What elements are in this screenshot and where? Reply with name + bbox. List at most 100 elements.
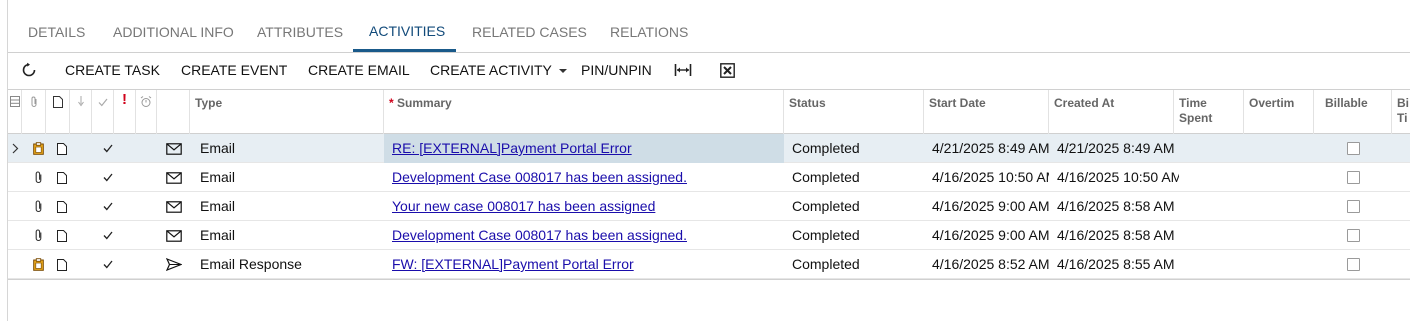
tab-relations[interactable]: RELATIONS <box>610 24 688 40</box>
billable-checkbox[interactable] <box>1346 229 1360 242</box>
important-header[interactable]: ! <box>114 90 136 134</box>
billable-time-header[interactable]: Bi Ti <box>1392 90 1410 134</box>
summary-cell[interactable]: Your new case 008017 has been assigned <box>384 192 784 221</box>
pin-unpin-button[interactable]: PIN/UNPIN <box>581 62 652 78</box>
export-excel-icon[interactable] <box>718 61 736 79</box>
checkmark-icon <box>103 260 113 269</box>
billable-header[interactable]: Billable <box>1314 90 1392 134</box>
type-icon-header[interactable] <box>157 90 190 134</box>
summary-link[interactable]: Development Case 008017 has been assigne… <box>392 169 687 185</box>
status-cell[interactable]: Completed <box>784 163 924 192</box>
overtime-cell[interactable] <box>1244 221 1314 250</box>
refresh-icon[interactable] <box>20 61 38 79</box>
billable-cell[interactable] <box>1314 250 1392 279</box>
created-at-cell[interactable]: 4/16/2025 8:58 AM <box>1049 221 1179 250</box>
type-cell[interactable]: Email <box>192 221 384 250</box>
table-row[interactable]: Email Your new case 008017 has been assi… <box>8 192 1410 221</box>
attachment-cell[interactable] <box>26 134 50 163</box>
toolbar: CREATE TASK CREATE EVENT CREATE EMAIL CR… <box>8 53 1410 90</box>
attachment-header[interactable] <box>22 90 46 134</box>
summary-cell[interactable]: FW: [EXTERNAL]Payment Portal Error <box>384 250 784 279</box>
start-date-cell[interactable]: 4/16/2025 8:52 AM <box>924 250 1049 279</box>
table-row[interactable]: Email RE: [EXTERNAL]Payment Portal Error… <box>8 134 1410 163</box>
table-row[interactable]: Email Response FW: [EXTERNAL]Payment Por… <box>8 250 1410 279</box>
tab-activities[interactable]: ACTIVITIES <box>369 23 445 39</box>
type-cell[interactable]: Email Response <box>192 250 384 279</box>
create-task-button[interactable]: CREATE TASK <box>65 62 160 78</box>
created-at-cell[interactable]: 4/16/2025 10:50 AM <box>1049 163 1179 192</box>
row-selector[interactable] <box>8 250 22 279</box>
tab-details[interactable]: DETAILS <box>28 24 85 40</box>
billable-cell[interactable] <box>1314 163 1392 192</box>
type-cell[interactable]: Email <box>192 163 384 192</box>
reminder-header[interactable] <box>136 90 157 134</box>
status-cell[interactable]: Completed <box>784 250 924 279</box>
billable-checkbox[interactable] <box>1346 200 1360 213</box>
time-spent-cell[interactable] <box>1179 134 1244 163</box>
summary-link[interactable]: Development Case 008017 has been assigne… <box>392 227 687 243</box>
table-row[interactable]: Email Development Case 008017 has been a… <box>8 163 1410 192</box>
start-date-header[interactable]: Start Date <box>924 90 1049 134</box>
created-at-cell[interactable]: 4/16/2025 8:55 AM <box>1049 250 1179 279</box>
priority-cell <box>70 134 92 163</box>
priority-header[interactable] <box>70 90 92 134</box>
overtime-cell[interactable] <box>1244 163 1314 192</box>
status-cell[interactable]: Completed <box>784 134 924 163</box>
billable-checkbox[interactable] <box>1346 258 1360 271</box>
summary-link[interactable]: FW: [EXTERNAL]Payment Portal Error <box>392 256 634 272</box>
status-cell[interactable]: Completed <box>784 192 924 221</box>
type-cell[interactable]: Email <box>192 134 384 163</box>
time-spent-header[interactable]: Time Spent <box>1174 90 1244 134</box>
summary-cell[interactable]: RE: [EXTERNAL]Payment Portal Error <box>384 134 784 163</box>
row-selector[interactable] <box>8 134 22 163</box>
attachment-cell[interactable] <box>26 221 50 250</box>
attachment-cell[interactable] <box>26 163 50 192</box>
billable-checkbox[interactable] <box>1346 142 1360 155</box>
row-selector-header[interactable] <box>8 90 22 134</box>
billable-cell[interactable] <box>1314 221 1392 250</box>
summary-header[interactable]: * Summary <box>384 90 784 134</box>
status-cell[interactable]: Completed <box>784 221 924 250</box>
created-at-header[interactable]: Created At <box>1049 90 1174 134</box>
create-email-button[interactable]: CREATE EMAIL <box>308 62 410 78</box>
billable-cell[interactable] <box>1314 192 1392 221</box>
row-selector[interactable] <box>8 192 22 221</box>
time-spent-cell[interactable] <box>1179 221 1244 250</box>
summary-cell[interactable]: Development Case 008017 has been assigne… <box>384 163 784 192</box>
type-cell[interactable]: Email <box>192 192 384 221</box>
status-header[interactable]: Status <box>784 90 924 134</box>
time-spent-cell[interactable] <box>1179 192 1244 221</box>
created-at-cell[interactable]: 4/21/2025 8:49 AM <box>1049 134 1179 163</box>
summary-cell[interactable]: Development Case 008017 has been assigne… <box>384 221 784 250</box>
start-date-cell[interactable]: 4/16/2025 10:50 AM <box>924 163 1049 192</box>
row-selector[interactable] <box>8 221 22 250</box>
completed-header[interactable] <box>92 90 114 134</box>
summary-link[interactable]: RE: [EXTERNAL]Payment Portal Error <box>392 140 632 156</box>
start-date-cell[interactable]: 4/16/2025 9:00 AM <box>924 221 1049 250</box>
fit-columns-icon[interactable] <box>674 61 692 79</box>
create-event-button[interactable]: CREATE EVENT <box>181 62 287 78</box>
start-date-cell[interactable]: 4/21/2025 8:49 AM <box>924 134 1049 163</box>
tab-additional-info[interactable]: ADDITIONAL INFO <box>113 24 234 40</box>
created-at-cell[interactable]: 4/16/2025 8:58 AM <box>1049 192 1179 221</box>
table-row[interactable]: Email Development Case 008017 has been a… <box>8 221 1410 250</box>
row-selector[interactable] <box>8 163 22 192</box>
summary-link[interactable]: Your new case 008017 has been assigned <box>392 198 655 214</box>
overtime-cell[interactable] <box>1244 192 1314 221</box>
type-header[interactable]: Type <box>190 90 384 134</box>
start-date-cell[interactable]: 4/16/2025 9:00 AM <box>924 192 1049 221</box>
time-spent-cell[interactable] <box>1179 250 1244 279</box>
overtime-cell[interactable] <box>1244 134 1314 163</box>
time-spent-cell[interactable] <box>1179 163 1244 192</box>
attachment-cell[interactable] <box>26 250 50 279</box>
attachment-cell[interactable] <box>26 192 50 221</box>
tab-related-cases[interactable]: RELATED CASES <box>472 24 587 40</box>
note-header[interactable] <box>46 90 70 134</box>
create-activity-button[interactable]: CREATE ACTIVITY <box>430 62 567 78</box>
overtime-header[interactable]: Overtim <box>1244 90 1314 134</box>
billable-checkbox[interactable] <box>1346 171 1360 184</box>
envelope-icon <box>165 142 182 155</box>
overtime-cell[interactable] <box>1244 250 1314 279</box>
billable-cell[interactable] <box>1314 134 1392 163</box>
tab-attributes[interactable]: ATTRIBUTES <box>257 24 343 40</box>
